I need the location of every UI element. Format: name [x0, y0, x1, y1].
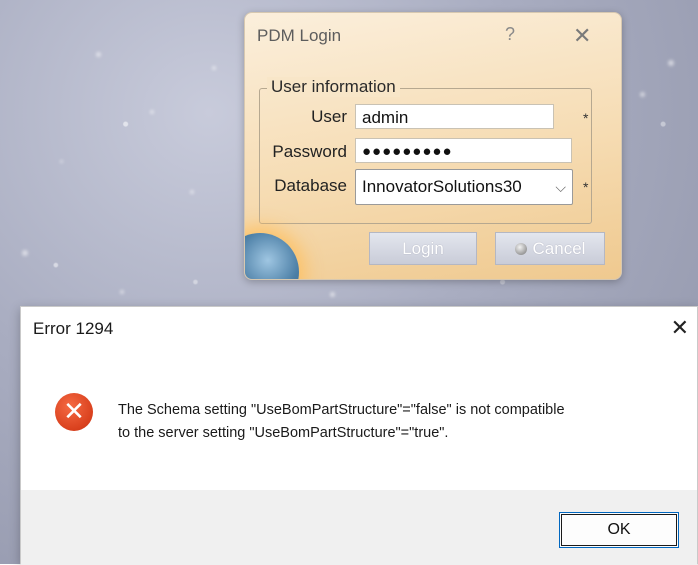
snowflake-decoration [212, 66, 216, 70]
error-message-line: to the server setting "UseBomPartStructu… [118, 425, 449, 441]
snowflake-decoration [96, 52, 101, 57]
login-button[interactable]: Login [369, 232, 477, 265]
error-dialog: Error 1294 ✕ ✕ The Schema setting "UseBo… [20, 306, 698, 565]
cancel-button[interactable]: Cancel [495, 232, 605, 265]
close-icon[interactable]: ✕ [671, 315, 689, 341]
pdm-titlebar[interactable]: PDM Login ? ✕ [245, 13, 621, 59]
snowflake-decoration [22, 250, 28, 256]
snowflake-decoration [640, 92, 645, 97]
snowflake-decoration [668, 60, 674, 66]
error-dialog-title: Error 1294 [33, 319, 114, 338]
error-x-icon: ✕ [55, 393, 93, 431]
close-icon[interactable]: ✕ [573, 23, 591, 49]
ok-button[interactable]: OK [559, 512, 679, 548]
user-label: User [311, 107, 347, 126]
database-value: InnovatorSolutions30 [362, 177, 522, 196]
database-select[interactable]: InnovatorSolutions30 ⌵ [355, 169, 573, 205]
error-message-line: The Schema setting "UseBomPartStructure"… [118, 402, 565, 418]
pdm-login-dialog: PDM Login ? ✕ User information User admi… [244, 12, 622, 280]
required-marker: * [583, 110, 589, 126]
group-label: User information [267, 77, 400, 97]
ok-button-label: OK [607, 521, 631, 538]
chevron-down-icon[interactable]: ⌵ [555, 170, 566, 204]
snowflake-decoration [190, 190, 194, 194]
snowflake-decoration [60, 160, 63, 163]
globe-logo-decoration [245, 233, 299, 279]
error-message: The Schema setting "UseBomPartStructure"… [118, 399, 565, 445]
login-button-label: Login [402, 239, 444, 258]
snowflake-decoration [330, 292, 335, 297]
help-icon[interactable]: ? [505, 24, 515, 45]
pdm-dialog-title: PDM Login [257, 26, 342, 45]
user-field[interactable]: admin [355, 104, 554, 129]
snowflake-decoration [120, 290, 124, 294]
database-label: Database [274, 176, 347, 195]
cancel-button-label: Cancel [532, 239, 586, 258]
snowflake-decoration [150, 110, 154, 114]
required-marker: * [583, 179, 589, 195]
password-field[interactable]: ●●●●●●●●● [355, 138, 572, 163]
cancel-icon [514, 243, 527, 255]
password-label: Password [272, 142, 347, 161]
